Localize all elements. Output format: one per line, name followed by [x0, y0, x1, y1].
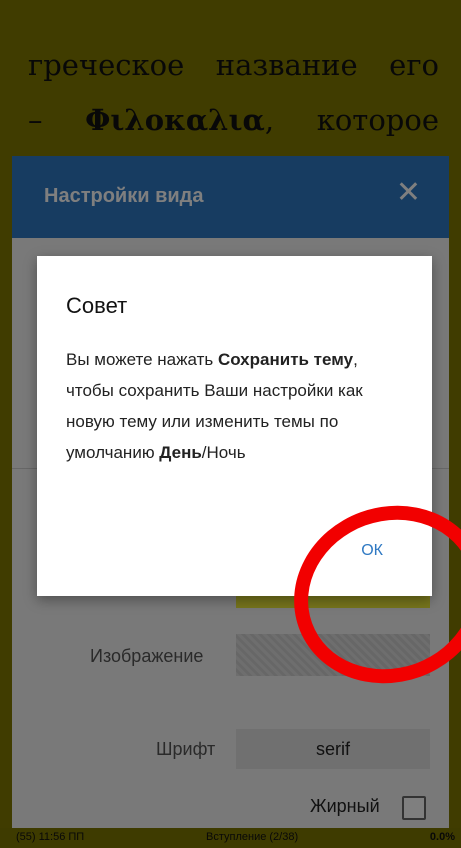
dialog-title: Совет	[66, 293, 128, 318]
msg-part: Вы можете нажать	[66, 350, 218, 369]
dialog-message: Вы можете нажать Сохранить тему, чтобы с…	[66, 344, 406, 468]
msg-part: /Ночь	[201, 443, 246, 462]
msg-bold: День	[159, 443, 202, 462]
msg-bold: Сохранить тему	[217, 350, 354, 369]
